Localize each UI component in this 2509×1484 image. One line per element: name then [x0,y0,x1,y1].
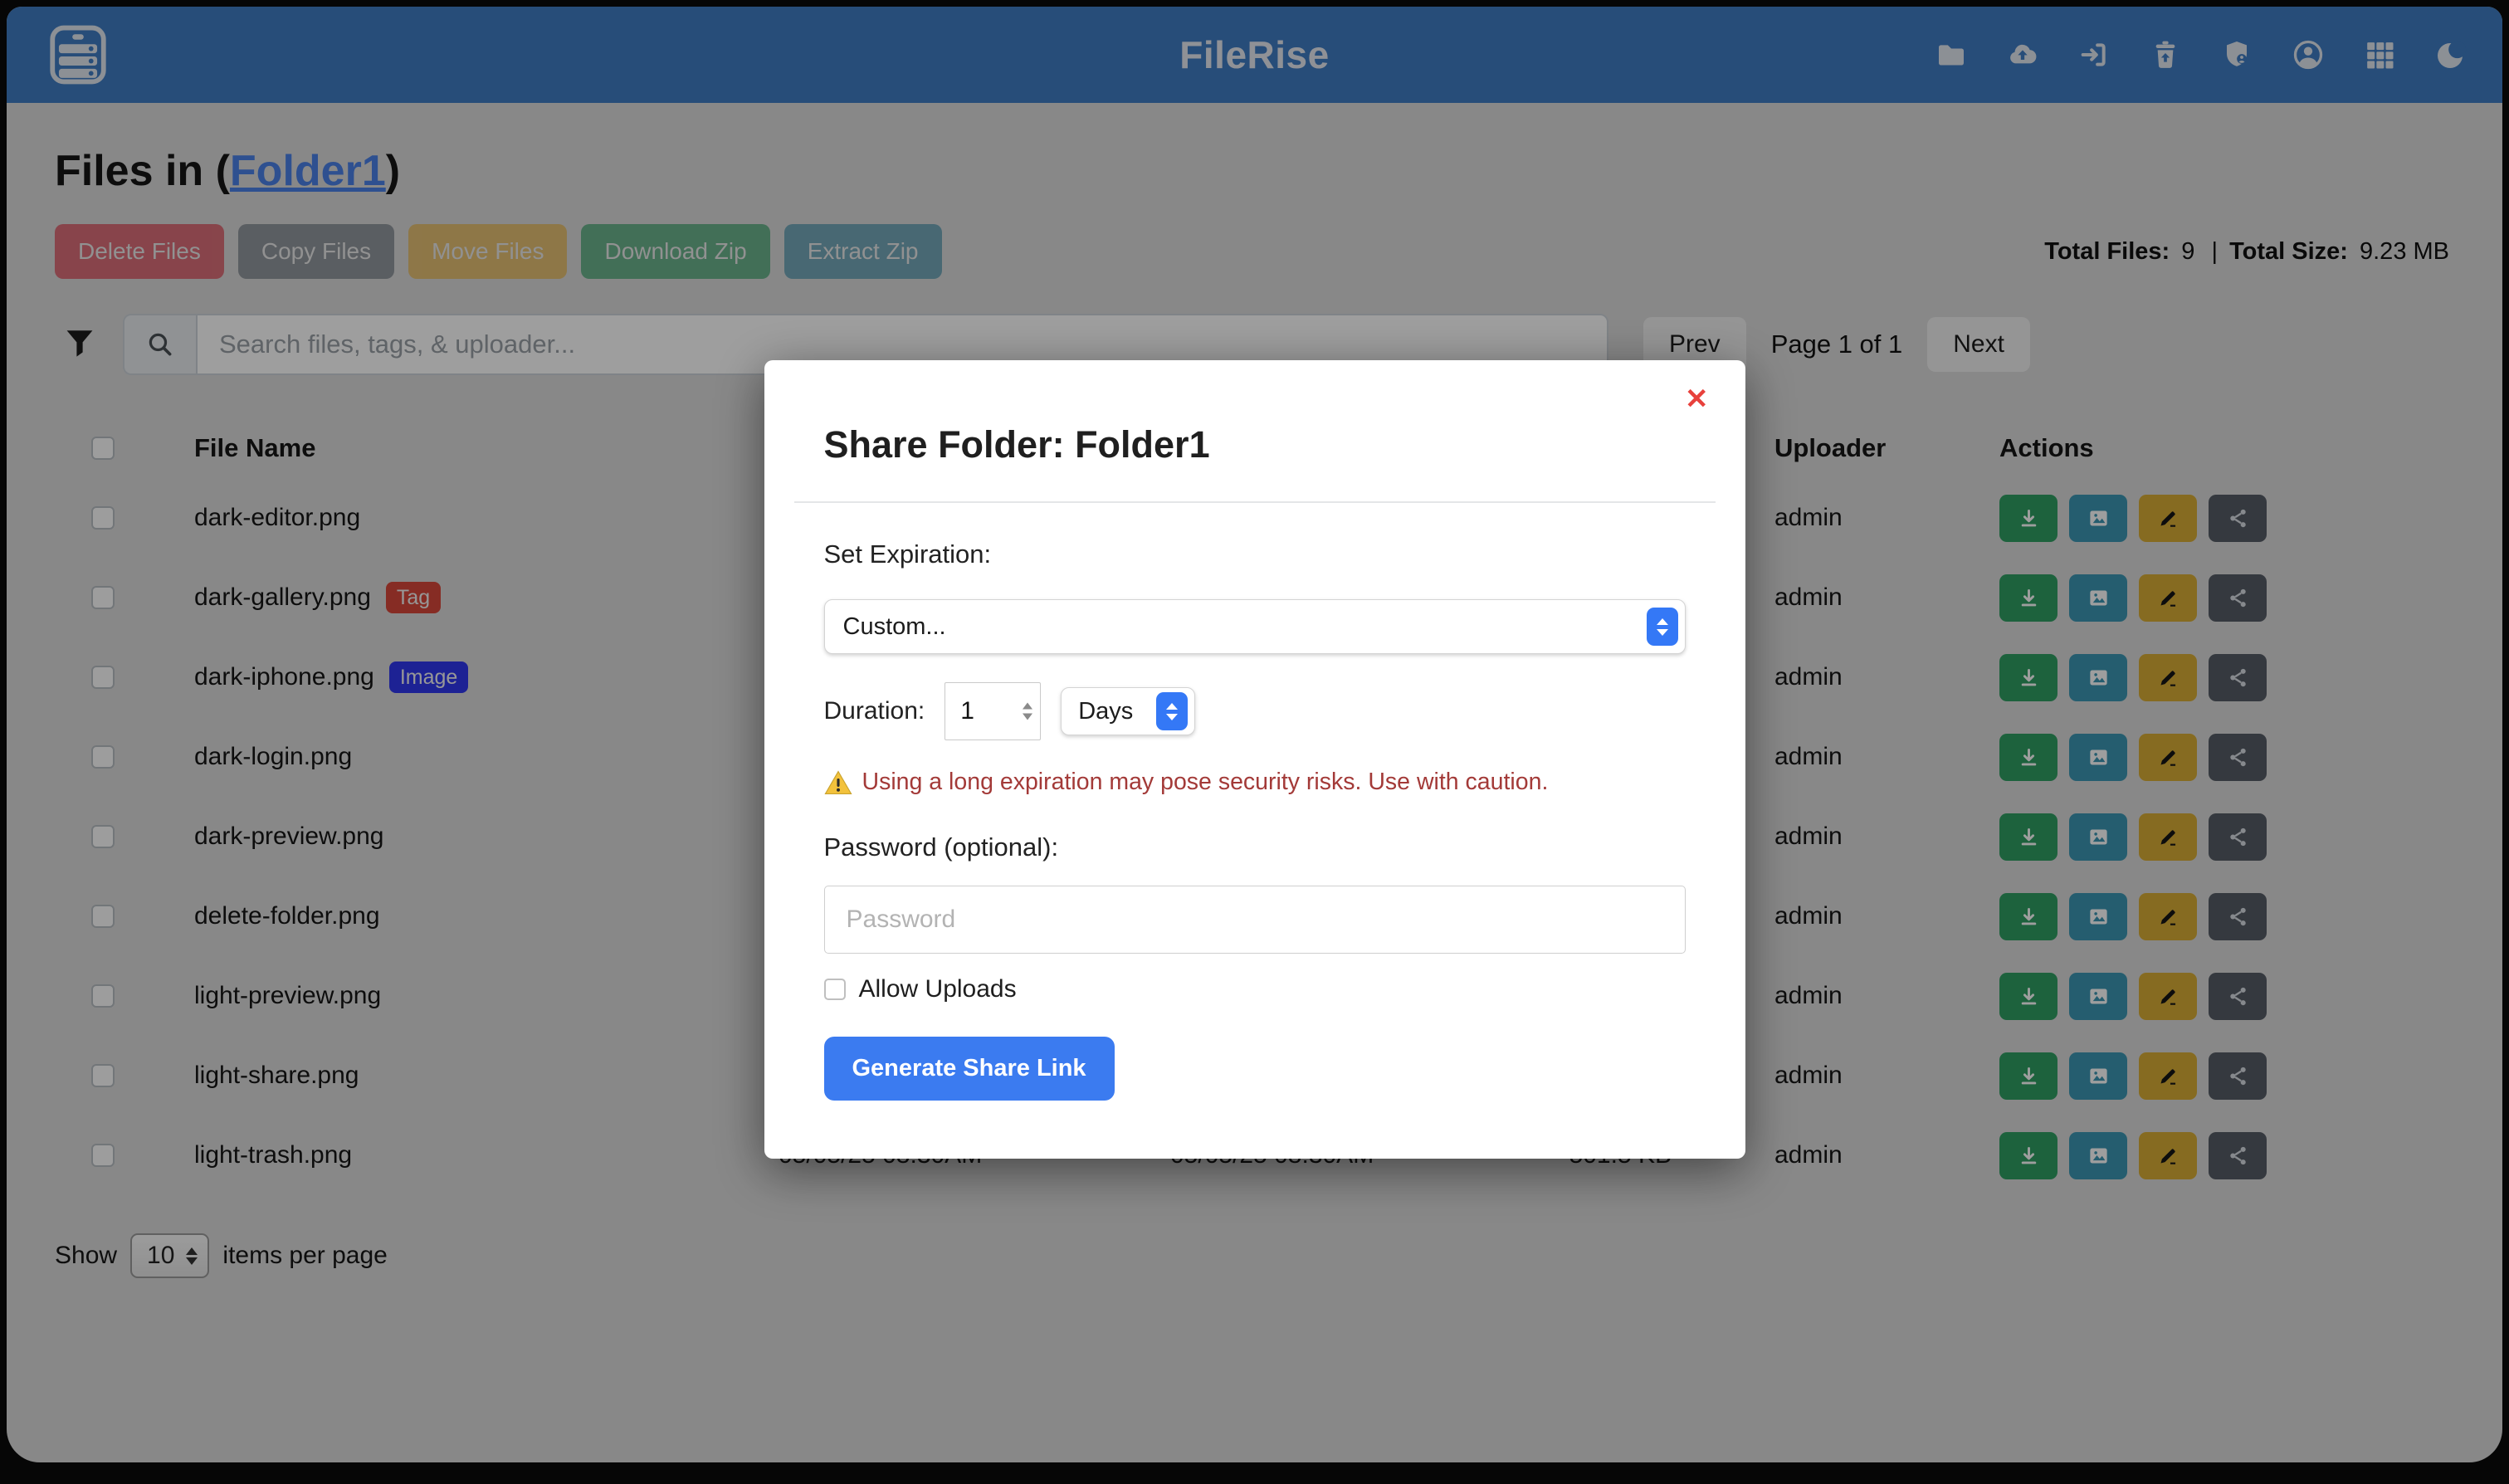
duration-unit-select[interactable]: Days [1061,687,1195,735]
modal-title: Share Folder: Folder1 [824,423,1686,466]
allow-uploads-row: Allow Uploads [824,975,1686,1003]
number-spinner-icon[interactable] [1023,703,1032,720]
warning-icon [824,769,852,796]
expiration-select[interactable]: Custom... [824,599,1686,654]
duration-label: Duration: [824,697,925,725]
allow-uploads-checkbox[interactable] [824,979,846,1000]
generate-share-link-button[interactable]: Generate Share Link [824,1037,1115,1101]
expiration-value: Custom... [843,613,946,641]
share-folder-modal: ✕ Share Folder: Folder1 Set Expiration: … [764,360,1745,1159]
expiration-label: Set Expiration: [824,539,1686,569]
select-stepper-icon [1647,608,1678,646]
duration-unit-value: Days [1078,698,1133,725]
password-label: Password (optional): [824,832,1686,862]
warning-text: Using a long expiration may pose securit… [862,769,1549,796]
modal-divider [794,501,1716,503]
expiration-warning: Using a long expiration may pose securit… [824,769,1686,796]
close-icon[interactable]: ✕ [1685,385,1709,413]
select-stepper-icon [1156,692,1188,730]
duration-row: Duration: Days [824,682,1686,740]
password-field[interactable] [824,886,1686,954]
allow-uploads-label: Allow Uploads [859,975,1017,1003]
